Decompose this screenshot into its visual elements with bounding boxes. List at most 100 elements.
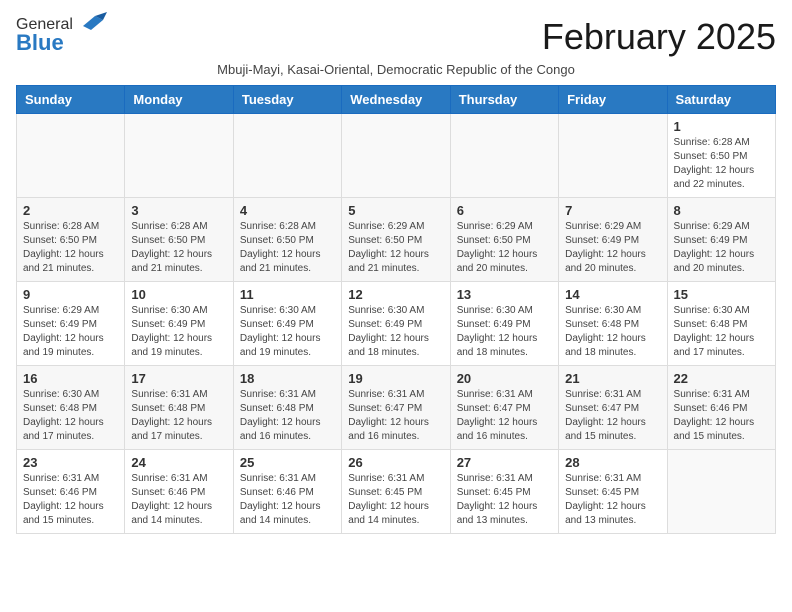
day-number: 19 (348, 371, 443, 386)
weekday-header-row: SundayMondayTuesdayWednesdayThursdayFrid… (17, 86, 776, 114)
day-info: Sunrise: 6:31 AMSunset: 6:47 PMDaylight:… (348, 388, 443, 444)
day-number: 6 (457, 203, 552, 218)
day-number: 11 (240, 287, 335, 302)
day-info: Sunrise: 6:28 AMSunset: 6:50 PMDaylight:… (240, 220, 335, 276)
calendar-day (559, 114, 667, 198)
day-number: 23 (23, 455, 118, 470)
calendar-week-2: 2 Sunrise: 6:28 AMSunset: 6:50 PMDaylight… (17, 198, 776, 282)
weekday-header-tuesday: Tuesday (233, 86, 341, 114)
logo-blue-text: Blue (16, 30, 64, 56)
calendar-week-3: 9Sunrise: 6:29 AMSunset: 6:49 PMDaylight… (17, 282, 776, 366)
calendar-day: 19 Sunrise: 6:31 AMSunset: 6:47 PMDayligh… (342, 366, 450, 450)
day-number: 1 (674, 119, 769, 134)
day-info: Sunrise: 6:30 AMSunset: 6:49 PMDaylight:… (457, 304, 552, 360)
calendar-day: 18 Sunrise: 6:31 AMSunset: 6:48 PMDayligh… (233, 366, 341, 450)
calendar-week-1: 1Sunrise: 6:28 AMSunset: 6:50 PMDaylight… (17, 114, 776, 198)
day-number: 22 (674, 371, 769, 386)
calendar-day: 8 Sunrise: 6:29 AMSunset: 6:49 PMDaylight… (667, 198, 775, 282)
day-info: Sunrise: 6:31 AMSunset: 6:45 PMDaylight:… (565, 472, 660, 528)
calendar-week-4: 16 Sunrise: 6:30 AMSunset: 6:48 PMDayligh… (17, 366, 776, 450)
day-number: 27 (457, 455, 552, 470)
day-info: Sunrise: 6:28 AMSunset: 6:50 PMDaylight:… (131, 220, 226, 276)
day-number: 15 (674, 287, 769, 302)
calendar-day (17, 114, 125, 198)
calendar-day: 11 Sunrise: 6:30 AMSunset: 6:49 PMDayligh… (233, 282, 341, 366)
calendar-day: 3 Sunrise: 6:28 AMSunset: 6:50 PMDaylight… (125, 198, 233, 282)
day-number: 28 (565, 455, 660, 470)
day-number: 9 (23, 287, 118, 302)
month-title: February 2025 (542, 16, 776, 58)
day-info: Sunrise: 6:28 AMSunset: 6:50 PMDaylight:… (23, 220, 118, 276)
calendar-day (667, 450, 775, 534)
calendar-day: 14 Sunrise: 6:30 AMSunset: 6:48 PMDayligh… (559, 282, 667, 366)
calendar-day: 28 Sunrise: 6:31 AMSunset: 6:45 PMDayligh… (559, 450, 667, 534)
calendar-day: 23Sunrise: 6:31 AMSunset: 6:46 PMDayligh… (17, 450, 125, 534)
day-info: Sunrise: 6:30 AMSunset: 6:48 PMDaylight:… (565, 304, 660, 360)
day-number: 17 (131, 371, 226, 386)
calendar-day: 22 Sunrise: 6:31 AMSunset: 6:46 PMDayligh… (667, 366, 775, 450)
day-info: Sunrise: 6:31 AMSunset: 6:47 PMDaylight:… (565, 388, 660, 444)
day-number: 16 (23, 371, 118, 386)
calendar-day (233, 114, 341, 198)
day-number: 12 (348, 287, 443, 302)
page-subtitle: Mbuji-Mayi, Kasai-Oriental, Democratic R… (16, 62, 776, 77)
day-number: 26 (348, 455, 443, 470)
day-info: Sunrise: 6:31 AMSunset: 6:48 PMDaylight:… (240, 388, 335, 444)
day-info: Sunrise: 6:31 AMSunset: 6:47 PMDaylight:… (457, 388, 552, 444)
calendar-day: 26 Sunrise: 6:31 AMSunset: 6:45 PMDayligh… (342, 450, 450, 534)
day-number: 14 (565, 287, 660, 302)
weekday-header-thursday: Thursday (450, 86, 558, 114)
weekday-header-wednesday: Wednesday (342, 86, 450, 114)
logo: General Blue (16, 16, 107, 56)
calendar-day: 25 Sunrise: 6:31 AMSunset: 6:46 PMDayligh… (233, 450, 341, 534)
day-info: Sunrise: 6:31 AMSunset: 6:46 PMDaylight:… (131, 472, 226, 528)
page-header: General Blue February 2025 (16, 16, 776, 58)
calendar-day: 27 Sunrise: 6:31 AMSunset: 6:45 PMDayligh… (450, 450, 558, 534)
calendar-day (342, 114, 450, 198)
calendar-day: 16 Sunrise: 6:30 AMSunset: 6:48 PMDayligh… (17, 366, 125, 450)
calendar-day: 17 Sunrise: 6:31 AMSunset: 6:48 PMDayligh… (125, 366, 233, 450)
calendar-day: 10 Sunrise: 6:30 AMSunset: 6:49 PMDayligh… (125, 282, 233, 366)
weekday-header-friday: Friday (559, 86, 667, 114)
calendar-day: 20Sunrise: 6:31 AMSunset: 6:47 PMDayligh… (450, 366, 558, 450)
calendar-day: 9Sunrise: 6:29 AMSunset: 6:49 PMDaylight… (17, 282, 125, 366)
calendar-day: 5 Sunrise: 6:29 AMSunset: 6:50 PMDaylight… (342, 198, 450, 282)
day-number: 4 (240, 203, 335, 218)
calendar-day (450, 114, 558, 198)
weekday-header-saturday: Saturday (667, 86, 775, 114)
day-number: 13 (457, 287, 552, 302)
day-info: Sunrise: 6:31 AMSunset: 6:48 PMDaylight:… (131, 388, 226, 444)
day-number: 5 (348, 203, 443, 218)
day-number: 18 (240, 371, 335, 386)
day-info: Sunrise: 6:30 AMSunset: 6:49 PMDaylight:… (240, 304, 335, 360)
day-info: Sunrise: 6:30 AMSunset: 6:49 PMDaylight:… (348, 304, 443, 360)
calendar-day (125, 114, 233, 198)
weekday-header-monday: Monday (125, 86, 233, 114)
day-info: Sunrise: 6:30 AMSunset: 6:48 PMDaylight:… (23, 388, 118, 444)
day-info: Sunrise: 6:31 AMSunset: 6:46 PMDaylight:… (674, 388, 769, 444)
calendar-day: 1Sunrise: 6:28 AMSunset: 6:50 PMDaylight… (667, 114, 775, 198)
day-info: Sunrise: 6:29 AMSunset: 6:49 PMDaylight:… (674, 220, 769, 276)
day-number: 21 (565, 371, 660, 386)
day-info: Sunrise: 6:31 AMSunset: 6:45 PMDaylight:… (457, 472, 552, 528)
calendar-day: 21 Sunrise: 6:31 AMSunset: 6:47 PMDayligh… (559, 366, 667, 450)
calendar-week-5: 23 Sunrise: 6:31 AMSunset: 6:46 PMDayligh… (17, 450, 776, 534)
logo-bird-icon (75, 12, 107, 34)
day-number: 3 (131, 203, 226, 218)
day-number: 10 (131, 287, 226, 302)
weekday-header-sunday: Sunday (17, 86, 125, 114)
day-info: Sunrise: 6:31 AMSunset: 6:45 PMDaylight:… (348, 472, 443, 528)
day-number: 8 (674, 203, 769, 218)
calendar-day: 13 Sunrise: 6:30 AMSunset: 6:49 PMDayligh… (450, 282, 558, 366)
day-info: Sunrise: 6:30 AMSunset: 6:48 PMDaylight:… (674, 304, 769, 360)
day-info: Sunrise: 6:31 AMSunset: 6:46 PMDaylight:… (240, 472, 335, 528)
day-info: Sunrise: 6:29 AMSunset: 6:50 PMDaylight:… (348, 220, 443, 276)
calendar-day: 24Sunrise: 6:31 AMSunset: 6:46 PMDayligh… (125, 450, 233, 534)
calendar-day: 4 Sunrise: 6:28 AMSunset: 6:50 PMDaylight… (233, 198, 341, 282)
day-number: 25 (240, 455, 335, 470)
calendar-day: 12 Sunrise: 6:30 AMSunset: 6:49 PMDayligh… (342, 282, 450, 366)
calendar-day: 2 Sunrise: 6:28 AMSunset: 6:50 PMDaylight… (17, 198, 125, 282)
day-number: 2 (23, 203, 118, 218)
day-info: Sunrise: 6:30 AMSunset: 6:49 PMDaylight:… (131, 304, 226, 360)
day-number: 7 (565, 203, 660, 218)
